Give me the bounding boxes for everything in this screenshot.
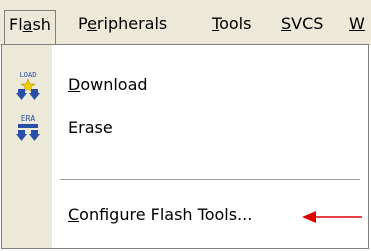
flash-menu-dropdown: LOAD Download ERA Erase Configure Flash … — [1, 44, 369, 249]
menu-item-erase-label: Erase — [68, 118, 113, 137]
menu-peripherals[interactable]: Peripherals — [74, 10, 171, 38]
menu-tools-label: Tools — [212, 14, 252, 33]
menu-item-configure-label: Configure Flash Tools... — [68, 205, 253, 224]
menu-separator — [60, 179, 360, 181]
menu-item-download[interactable]: LOAD Download — [2, 65, 368, 105]
menu-item-erase[interactable]: ERA Erase — [2, 108, 368, 148]
menu-window-label: W — [349, 14, 365, 33]
menu-window[interactable]: W — [345, 10, 369, 38]
menu-item-download-label: Download — [68, 75, 148, 94]
menu-flash-label: Flash — [9, 15, 51, 34]
svg-text:ERA: ERA — [21, 114, 36, 123]
menu-svcs[interactable]: SVCS — [277, 10, 327, 38]
menu-flash[interactable]: Flash — [4, 10, 56, 45]
menu-tools[interactable]: Tools — [208, 10, 255, 38]
erase-icon: ERA — [16, 114, 40, 141]
download-icon: LOAD — [16, 71, 40, 100]
menu-svcs-label: SVCS — [281, 14, 324, 33]
menu-bar: Flash Peripherals Tools SVCS W — [0, 0, 371, 45]
red-arrow-annotation — [302, 211, 362, 223]
menu-peripherals-label: Peripherals — [78, 14, 168, 33]
svg-text:LOAD: LOAD — [20, 71, 37, 79]
